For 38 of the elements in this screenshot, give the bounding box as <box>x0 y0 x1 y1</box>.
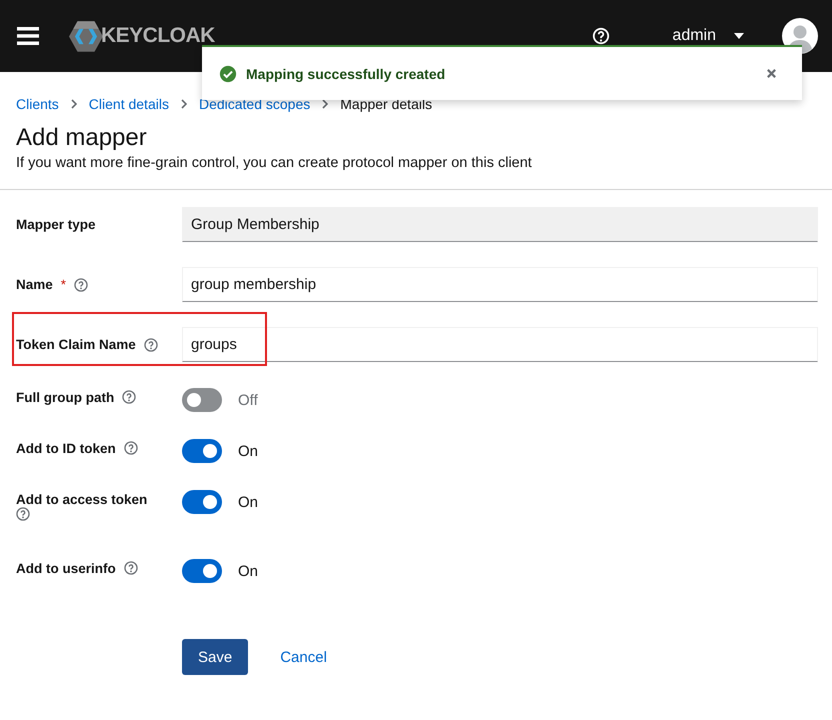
cancel-button[interactable]: Cancel <box>264 639 343 675</box>
breadcrumb-link[interactable]: Client details <box>88 96 169 112</box>
mapper-type-field[interactable]: Group Membership <box>182 207 818 242</box>
switch-state: On <box>238 562 258 580</box>
field-label: Mapper type <box>16 217 96 232</box>
switch-state: On <box>238 442 258 460</box>
field-label: Full group path <box>16 390 114 405</box>
toggle-switch[interactable] <box>182 559 222 583</box>
toggle-switch[interactable] <box>182 439 222 463</box>
field-label: Add to userinfo <box>16 561 116 576</box>
chevron-icon <box>322 99 328 109</box>
field-label: Add to ID token <box>16 441 116 456</box>
breadcrumb-link[interactable]: Clients <box>16 96 59 112</box>
text-field[interactable]: group membership <box>182 267 818 302</box>
text-field[interactable]: groups <box>182 327 818 362</box>
chevron-icon <box>70 99 77 109</box>
field-label: Token Claim Name <box>16 337 136 352</box>
toast-message: Mapping successfully created <box>246 66 446 82</box>
save-button[interactable]: Save <box>182 639 248 675</box>
menu-icon[interactable] <box>17 27 39 45</box>
breadcrumb-current: Mapper details <box>340 96 432 112</box>
brand-name: KEYCLOAK <box>101 24 215 48</box>
check-circle-icon <box>219 64 237 82</box>
close-icon[interactable] <box>766 68 777 79</box>
page-subtitle: If you want more fine-grain control, you can create protocol mapper on this client <box>16 155 533 171</box>
breadcrumb-link[interactable]: Dedicated scopes <box>198 96 310 112</box>
toggle-switch[interactable] <box>182 388 222 412</box>
chevron-icon <box>180 99 187 109</box>
page-title: Add mapper <box>16 123 148 153</box>
switch-state: Off <box>238 392 258 408</box>
field-label: Name <box>16 277 53 292</box>
caret-icon <box>734 33 744 39</box>
required-mark: * <box>60 277 66 292</box>
switch-state: On <box>238 494 258 510</box>
field-label: Add to access token <box>16 492 148 507</box>
hexagon-logo-icon <box>69 20 103 52</box>
user-menu[interactable]: admin <box>672 27 744 45</box>
toggle-switch[interactable] <box>182 490 222 514</box>
